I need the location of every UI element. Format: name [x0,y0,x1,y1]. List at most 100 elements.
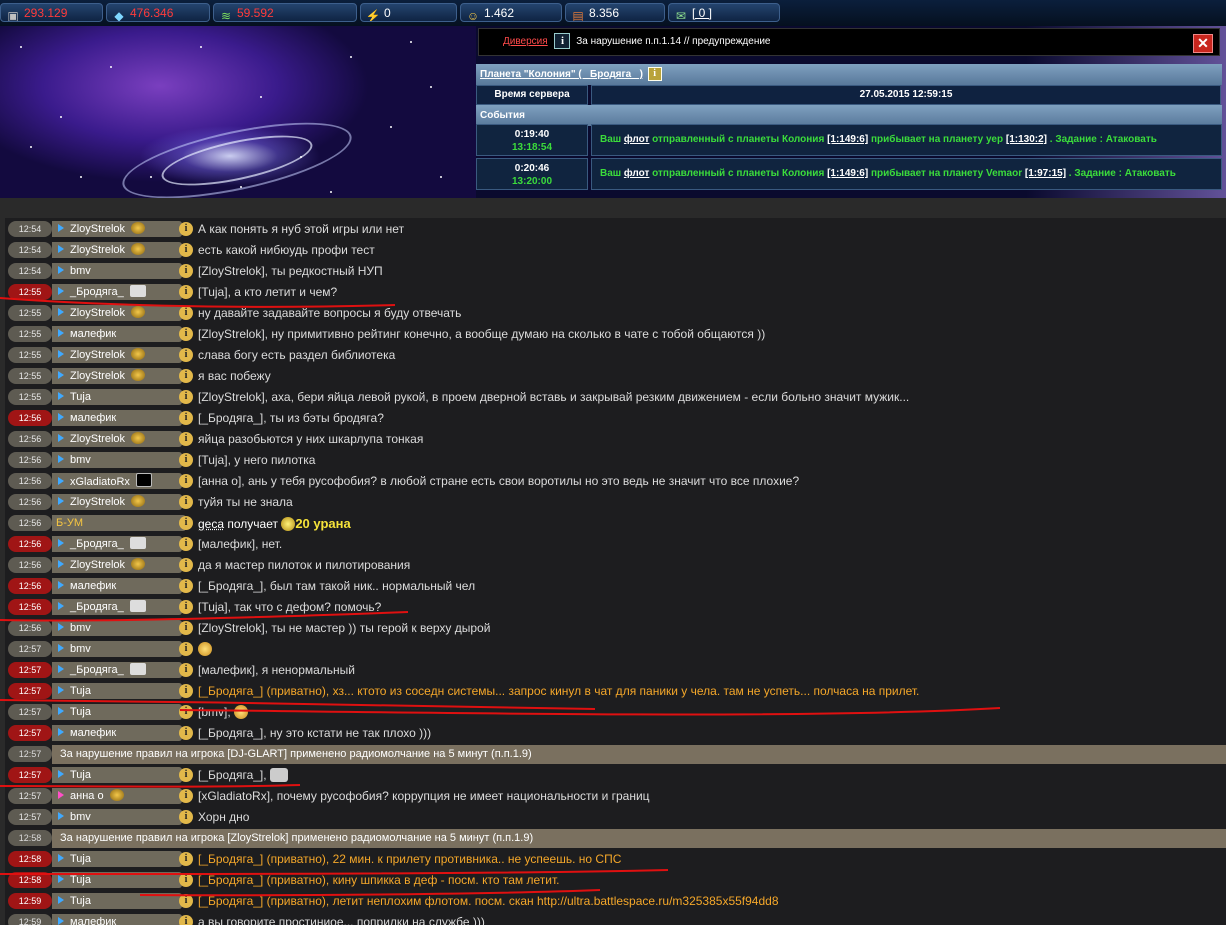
username-box[interactable]: малефик [52,914,182,925]
info-icon[interactable]: i [179,369,193,383]
info-icon[interactable]: i [179,222,193,236]
username-box[interactable]: Б-УМ [52,515,186,531]
info-icon[interactable]: i [179,411,193,425]
info-icon[interactable]: i [179,852,193,866]
username-box[interactable]: xGladiatoRx [52,473,182,489]
username-box[interactable]: ZloyStrelok [52,242,182,258]
username-box[interactable]: ZloyStrelok [52,494,182,510]
resource-metal[interactable]: ▣ 293.129 [0,3,103,22]
info-icon[interactable]: i [179,810,193,824]
username-box[interactable]: bmv [52,809,182,825]
info-icon[interactable]: i [179,768,193,782]
username-box[interactable]: ZloyStrelok [52,368,182,384]
info-icon[interactable]: i [179,495,193,509]
username-box[interactable]: _Бродяга_ [52,536,182,552]
info-icon[interactable]: i [179,663,193,677]
username[interactable]: _Бродяга_ [70,538,124,550]
username[interactable]: bmv [70,643,91,655]
event-fleet[interactable]: флот [624,168,649,179]
username[interactable]: ZloyStrelok [70,223,125,235]
username[interactable]: Tuja [70,853,91,865]
event-to[interactable]: [1:97:15] [1025,168,1066,179]
username[interactable]: ZloyStrelok [70,349,125,361]
info-icon[interactable]: i [179,684,193,698]
username[interactable]: Tuja [70,685,91,697]
username[interactable]: ZloyStrelok [70,244,125,256]
resource-credits[interactable]: ☺ 1.462 [460,3,562,22]
info-icon[interactable]: i [179,474,193,488]
username[interactable]: bmv [70,622,91,634]
username[interactable]: bmv [70,811,91,823]
info-icon[interactable]: i [179,600,193,614]
username-box[interactable]: _Бродяга_ [52,284,182,300]
username-box[interactable]: bmv [52,263,182,279]
username[interactable]: Tuja [70,874,91,886]
info-icon[interactable]: i [179,264,193,278]
username[interactable]: ZloyStrelok [70,370,125,382]
resource-premium[interactable]: ▤ 8.356 [565,3,665,22]
info-icon[interactable]: i [179,285,193,299]
username-box[interactable]: Tuja [52,389,182,405]
username[interactable]: Tuja [70,391,91,403]
username-box[interactable]: ZloyStrelok [52,347,182,363]
info-icon[interactable]: i [179,621,193,635]
username[interactable]: анна о [70,790,104,802]
event-from[interactable]: [1:149:6] [827,168,868,179]
username[interactable]: _Бродяга_ [70,601,124,613]
username[interactable]: _Бродяга_ [70,664,124,676]
resource-crystal[interactable]: ◆ 476.346 [106,3,210,22]
username[interactable]: Б-УМ [56,517,83,529]
username-box[interactable]: малефик [52,326,182,342]
username-box[interactable]: ZloyStrelok [52,557,182,573]
info-icon[interactable]: i [179,642,193,656]
info-icon[interactable]: i [179,705,193,719]
username-box[interactable]: bmv [52,452,182,468]
info-icon[interactable]: i [179,516,193,530]
username-box[interactable]: ZloyStrelok [52,221,182,237]
username-box[interactable]: Tuja [52,893,182,909]
username[interactable]: ZloyStrelok [70,307,125,319]
event-fleet[interactable]: флот [624,134,649,145]
info-icon[interactable]: i [179,432,193,446]
username[interactable]: малефик [70,727,116,739]
gift-recipient[interactable]: geca [198,517,224,531]
info-icon[interactable]: i [179,558,193,572]
username[interactable]: ZloyStrelok [70,496,125,508]
event-to[interactable]: [1:130:2] [1006,134,1047,145]
info-icon[interactable]: i [179,873,193,887]
username-box[interactable]: ZloyStrelok [52,431,182,447]
info-icon[interactable]: i [179,306,193,320]
username-box[interactable]: малефик [52,410,182,426]
username[interactable]: Tuja [70,769,91,781]
diversion-link[interactable]: Диверсия [503,36,548,47]
username[interactable]: ZloyStrelok [70,433,125,445]
info-icon[interactable]: i [179,453,193,467]
username-box[interactable]: малефик [52,578,182,594]
info-icon[interactable]: i [179,537,193,551]
username-box[interactable]: bmv [52,620,182,636]
username-box[interactable]: _Бродяга_ [52,662,182,678]
info-icon[interactable]: i [179,915,193,925]
info-icon[interactable]: i [179,789,193,803]
username-box[interactable]: bmv [52,641,182,657]
resource-energy[interactable]: ⚡ 0 [360,3,457,22]
event-from[interactable]: [1:149:6] [827,134,868,145]
info-icon[interactable]: i [179,894,193,908]
username[interactable]: малефик [70,412,116,424]
username[interactable]: малефик [70,916,116,925]
username[interactable]: малефик [70,328,116,340]
username-box[interactable]: Tuja [52,851,182,867]
username[interactable]: ZloyStrelok [70,559,125,571]
username[interactable]: Tuja [70,895,91,907]
username[interactable]: малефик [70,580,116,592]
resource-deuterium[interactable]: ≋ 59.592 [213,3,357,22]
username-box[interactable]: Tuja [52,872,182,888]
planet-info-icon[interactable]: i [647,67,662,82]
info-icon[interactable]: i [179,579,193,593]
username[interactable]: bmv [70,454,91,466]
username-box[interactable]: Tuja [52,767,182,783]
info-icon[interactable]: i [179,327,193,341]
info-icon[interactable]: i [179,243,193,257]
planet-title[interactable]: Планета "Колония" ( _Бродяга_ ) [480,69,643,80]
warning-info-icon[interactable]: i [554,33,571,50]
